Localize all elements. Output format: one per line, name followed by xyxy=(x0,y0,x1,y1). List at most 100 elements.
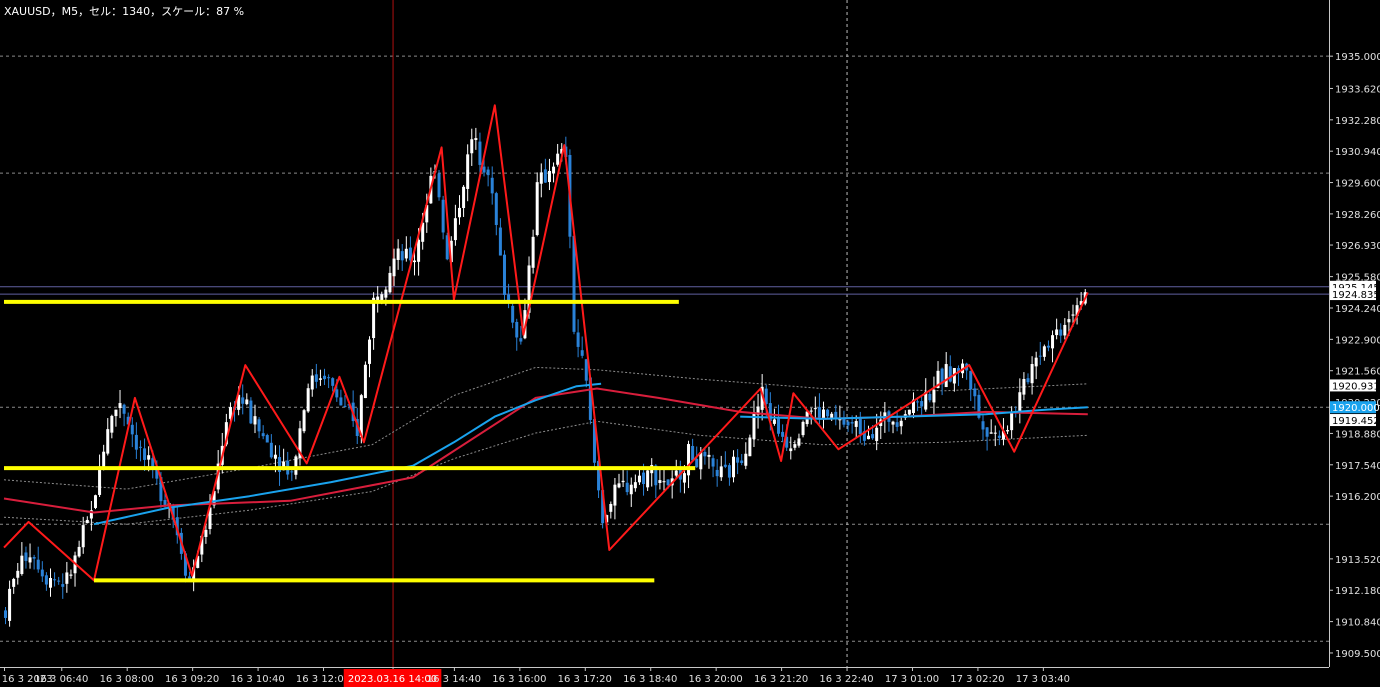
candle-body xyxy=(77,546,81,557)
candle-body xyxy=(265,435,269,443)
candle-body xyxy=(314,374,318,382)
candle-body xyxy=(138,446,142,448)
price-tag-label: 1920.000 xyxy=(1332,403,1380,414)
candle-body xyxy=(511,305,515,323)
candle-body xyxy=(318,378,322,380)
candle-body xyxy=(490,177,494,194)
candle-body xyxy=(327,377,331,379)
candle-body xyxy=(613,484,617,506)
candle-body xyxy=(253,416,257,425)
candle-body xyxy=(707,454,711,457)
candle-body xyxy=(928,393,932,401)
candle-body xyxy=(519,338,523,342)
candle-body xyxy=(809,410,813,412)
candle-body xyxy=(715,469,719,477)
candle-body xyxy=(981,421,985,430)
candle-body xyxy=(682,473,686,483)
candle-body xyxy=(110,415,114,433)
candle-body xyxy=(462,186,466,209)
candle-body xyxy=(482,166,486,173)
candle-body xyxy=(997,435,1001,438)
candle-body xyxy=(331,378,335,386)
y-tick-label: 1924.240 xyxy=(1335,304,1380,315)
candle-body xyxy=(249,400,253,424)
candle-body xyxy=(204,529,208,537)
candle-body xyxy=(637,475,641,483)
y-tick-label: 1910.840 xyxy=(1335,618,1380,629)
candle-body xyxy=(691,445,695,461)
candle-body xyxy=(1006,430,1010,432)
candle-body xyxy=(895,422,899,427)
candle-body xyxy=(899,420,903,427)
candle-body xyxy=(740,460,744,463)
price-tag-label: 1924.835 xyxy=(1332,290,1380,301)
x-tick-label: 16 3 18:40 xyxy=(623,674,677,685)
y-tick-label: 1922.900 xyxy=(1335,335,1380,346)
y-tick-label: 1935.000 xyxy=(1335,52,1380,63)
candle-body xyxy=(866,435,870,440)
candle-body xyxy=(269,442,273,458)
candle-body xyxy=(134,434,138,450)
candle-body xyxy=(944,364,948,388)
y-tick-label: 1929.600 xyxy=(1335,179,1380,190)
candle-body xyxy=(871,434,875,439)
candle-body xyxy=(674,470,678,476)
candle-body xyxy=(556,153,560,165)
candle-body xyxy=(404,248,408,259)
price-tag-label: 1920.931 xyxy=(1332,381,1380,392)
candle-body xyxy=(781,431,785,437)
candle-body xyxy=(1030,364,1034,384)
candle-body xyxy=(306,388,310,412)
y-tick-label: 1930.940 xyxy=(1335,147,1380,158)
candle-body xyxy=(1046,345,1050,348)
y-tick-label: 1913.520 xyxy=(1335,555,1380,566)
candle-body xyxy=(118,403,122,408)
candle-body xyxy=(163,500,167,506)
candle-body xyxy=(1067,319,1071,323)
candle-body xyxy=(294,456,298,475)
candle-body xyxy=(28,557,32,563)
y-tick-label: 1928.260 xyxy=(1335,210,1380,221)
candle-body xyxy=(417,239,421,262)
candle-body xyxy=(457,207,461,218)
candle-body xyxy=(85,519,89,524)
candle-body xyxy=(380,294,384,301)
candle-body xyxy=(363,364,367,399)
candle-body xyxy=(1071,314,1075,316)
candle-body xyxy=(985,427,989,437)
candle-body xyxy=(32,557,36,559)
candle-body xyxy=(580,350,584,356)
candle-body xyxy=(81,525,85,548)
candle-body xyxy=(846,421,850,426)
candle-body xyxy=(466,154,470,189)
candle-body xyxy=(932,389,936,403)
price-chart[interactable]: 1935.000 1933.620 1932.280 1930.940 1929.600… xyxy=(0,0,1380,687)
candle-body xyxy=(543,169,547,183)
x-tick-label: 16 3 14:40 xyxy=(427,674,481,685)
candle-body xyxy=(24,552,28,561)
candle-body xyxy=(1038,355,1042,357)
candle-body xyxy=(437,173,441,198)
candle-body xyxy=(973,388,977,397)
x-tick-label: 17 3 02:20 xyxy=(950,674,1004,685)
candle-body xyxy=(1022,378,1026,395)
candle-body xyxy=(584,359,588,381)
candle-body xyxy=(474,138,478,140)
candle-body xyxy=(662,481,666,483)
candle-body xyxy=(920,401,924,407)
candle-body xyxy=(703,451,707,457)
x-tick-label: 16 3 09:20 xyxy=(165,674,219,685)
candle-body xyxy=(1042,346,1046,357)
candle-body xyxy=(257,419,261,432)
candle-body xyxy=(834,411,838,419)
candle-body xyxy=(1026,378,1030,383)
candle-body xyxy=(441,199,445,233)
candle-body xyxy=(736,457,740,463)
candle-body xyxy=(629,484,633,495)
candle-body xyxy=(576,332,580,347)
candle-body xyxy=(4,610,7,618)
candle-body xyxy=(98,466,102,495)
candle-body xyxy=(130,424,134,435)
candle-body xyxy=(842,418,846,425)
candle-body xyxy=(711,458,715,467)
